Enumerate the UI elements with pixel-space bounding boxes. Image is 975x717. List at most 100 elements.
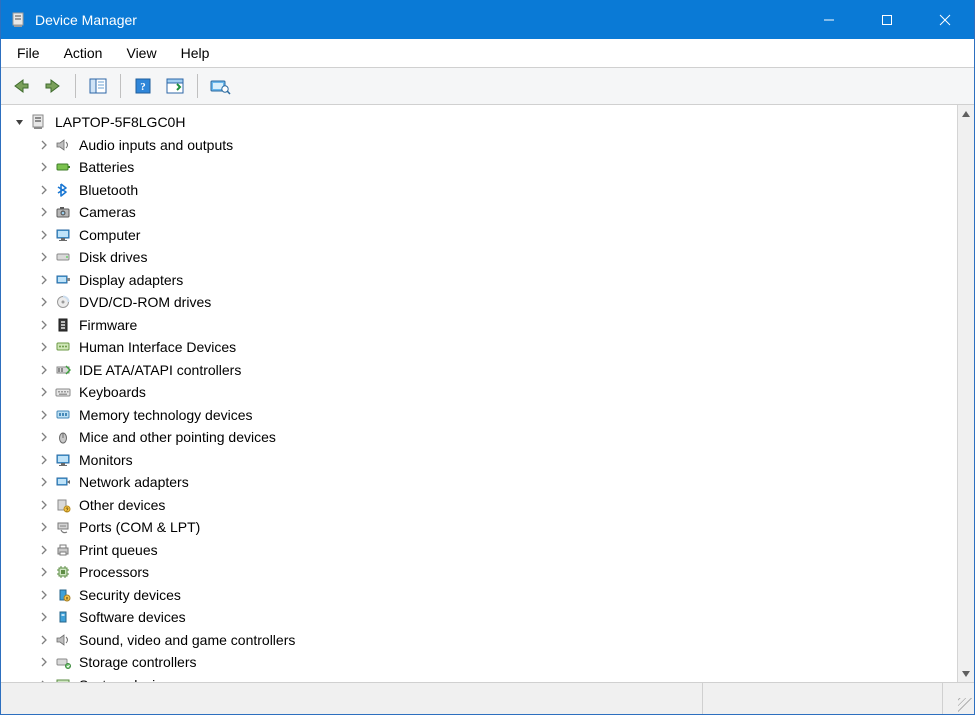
expand-collapse-icon[interactable]: [13, 115, 27, 129]
tree-item[interactable]: Monitors: [5, 449, 970, 472]
tree-item-label: Software devices: [77, 608, 188, 626]
resize-grip[interactable]: [942, 683, 974, 714]
firmware-icon: [53, 316, 73, 334]
speaker-icon: [53, 136, 73, 154]
tree-item[interactable]: Processors: [5, 561, 970, 584]
app-icon: [9, 11, 27, 29]
expand-collapse-icon[interactable]: [37, 453, 51, 467]
window-title: Device Manager: [35, 12, 137, 28]
storage-icon: [53, 653, 73, 671]
minimize-button[interactable]: [800, 0, 858, 39]
expand-collapse-icon[interactable]: [37, 543, 51, 557]
expand-collapse-icon[interactable]: [37, 678, 51, 682]
scan-hardware-button[interactable]: [206, 72, 234, 100]
properties-icon: [165, 77, 185, 95]
titlebar: Device Manager: [1, 0, 974, 39]
tree-item[interactable]: System devices: [5, 674, 970, 683]
tree-item-label: Print queues: [77, 541, 160, 559]
expand-collapse-icon[interactable]: [37, 655, 51, 669]
expand-collapse-icon[interactable]: [37, 475, 51, 489]
tree-item[interactable]: Other devices: [5, 494, 970, 517]
expand-collapse-icon[interactable]: [37, 160, 51, 174]
tree-view[interactable]: LAPTOP-5F8LGC0HAudio inputs and outputsB…: [1, 105, 974, 682]
tree-item[interactable]: Security devices: [5, 584, 970, 607]
close-button[interactable]: [916, 0, 974, 39]
expand-collapse-icon[interactable]: [37, 498, 51, 512]
tree-item-label: Other devices: [77, 496, 167, 514]
tree-item[interactable]: Network adapters: [5, 471, 970, 494]
memory-icon: [53, 406, 73, 424]
expand-collapse-icon[interactable]: [37, 318, 51, 332]
properties-button[interactable]: [161, 72, 189, 100]
expand-collapse-icon[interactable]: [37, 385, 51, 399]
tree-item[interactable]: Cameras: [5, 201, 970, 224]
expand-collapse-icon[interactable]: [37, 340, 51, 354]
tree-root-label: LAPTOP-5F8LGC0H: [53, 113, 187, 131]
tree-item[interactable]: Mice and other pointing devices: [5, 426, 970, 449]
tree-item-label: IDE ATA/ATAPI controllers: [77, 361, 243, 379]
scan-icon: [209, 77, 231, 95]
toolbar: ?: [1, 67, 974, 105]
maximize-button[interactable]: [858, 0, 916, 39]
expand-collapse-icon[interactable]: [37, 295, 51, 309]
speaker-icon: [53, 631, 73, 649]
tree-item[interactable]: DVD/CD-ROM drives: [5, 291, 970, 314]
computer-root-icon: [29, 113, 49, 131]
tree-item[interactable]: Firmware: [5, 314, 970, 337]
display-adapter-icon: [53, 271, 73, 289]
menu-view[interactable]: View: [116, 41, 166, 65]
expand-collapse-icon[interactable]: [37, 363, 51, 377]
tree-item[interactable]: Bluetooth: [5, 179, 970, 202]
expand-collapse-icon[interactable]: [37, 565, 51, 579]
tree-item[interactable]: Software devices: [5, 606, 970, 629]
forward-button[interactable]: [39, 72, 67, 100]
expand-collapse-icon[interactable]: [37, 408, 51, 422]
tree-item-label: Human Interface Devices: [77, 338, 238, 356]
menu-action[interactable]: Action: [54, 41, 113, 65]
tree-root[interactable]: LAPTOP-5F8LGC0H: [5, 111, 970, 134]
keyboard-icon: [53, 383, 73, 401]
vertical-scrollbar[interactable]: [957, 105, 974, 682]
tree-item[interactable]: Sound, video and game controllers: [5, 629, 970, 652]
menu-help[interactable]: Help: [171, 41, 220, 65]
hid-icon: [53, 338, 73, 356]
show-hide-console-tree-button[interactable]: [84, 72, 112, 100]
expand-collapse-icon[interactable]: [37, 228, 51, 242]
tree-item[interactable]: Memory technology devices: [5, 404, 970, 427]
tree-item-label: Processors: [77, 563, 151, 581]
back-button[interactable]: [7, 72, 35, 100]
tree-item-label: Display adapters: [77, 271, 185, 289]
expand-collapse-icon[interactable]: [37, 430, 51, 444]
tree-item-label: Ports (COM & LPT): [77, 518, 202, 536]
expand-collapse-icon[interactable]: [37, 633, 51, 647]
expand-collapse-icon[interactable]: [37, 250, 51, 264]
tree-item-label: Network adapters: [77, 473, 191, 491]
tree-item[interactable]: Batteries: [5, 156, 970, 179]
tree-item[interactable]: Print queues: [5, 539, 970, 562]
expand-collapse-icon[interactable]: [37, 588, 51, 602]
tree-item[interactable]: Human Interface Devices: [5, 336, 970, 359]
expand-collapse-icon[interactable]: [37, 183, 51, 197]
help-button[interactable]: ?: [129, 72, 157, 100]
ide-icon: [53, 361, 73, 379]
tree-item[interactable]: Ports (COM & LPT): [5, 516, 970, 539]
tree-item[interactable]: Audio inputs and outputs: [5, 134, 970, 157]
scroll-down-button[interactable]: [958, 665, 975, 682]
tree-item[interactable]: Storage controllers: [5, 651, 970, 674]
tree-item[interactable]: IDE ATA/ATAPI controllers: [5, 359, 970, 382]
tree-item[interactable]: Display adapters: [5, 269, 970, 292]
expand-collapse-icon[interactable]: [37, 138, 51, 152]
scroll-up-button[interactable]: [958, 105, 975, 122]
tree-item[interactable]: Keyboards: [5, 381, 970, 404]
tree-item[interactable]: Computer: [5, 224, 970, 247]
mouse-icon: [53, 428, 73, 446]
expand-collapse-icon[interactable]: [37, 205, 51, 219]
tree-item[interactable]: Disk drives: [5, 246, 970, 269]
system-icon: [53, 676, 73, 682]
expand-collapse-icon[interactable]: [37, 520, 51, 534]
menu-file[interactable]: File: [7, 41, 50, 65]
expand-collapse-icon[interactable]: [37, 610, 51, 624]
status-segment: [702, 683, 942, 714]
printer-icon: [53, 541, 73, 559]
expand-collapse-icon[interactable]: [37, 273, 51, 287]
